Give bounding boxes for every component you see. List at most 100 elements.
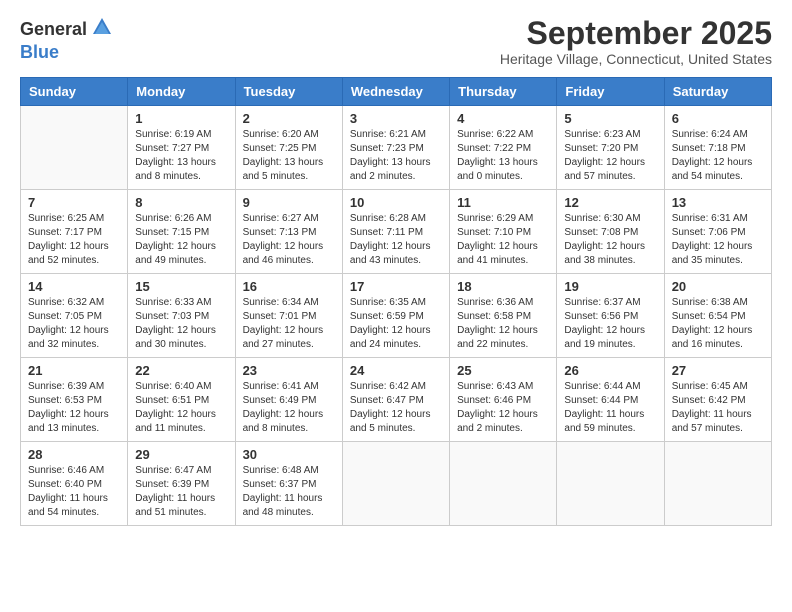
daylight-text: Daylight: 12 hours and 24 minutes.: [350, 325, 431, 350]
sunset-text: Sunset: 6:44 PM: [564, 395, 638, 406]
sunrise-text: Sunrise: 6:19 AM: [135, 129, 211, 140]
calendar-cell: 18 Sunrise: 6:36 AM Sunset: 6:58 PM Dayl…: [450, 274, 557, 358]
calendar-cell: 1 Sunrise: 6:19 AM Sunset: 7:27 PM Dayli…: [128, 106, 235, 190]
sunrise-text: Sunrise: 6:28 AM: [350, 213, 426, 224]
calendar-cell: 28 Sunrise: 6:46 AM Sunset: 6:40 PM Dayl…: [21, 442, 128, 526]
sunrise-text: Sunrise: 6:36 AM: [457, 297, 533, 308]
sunrise-text: Sunrise: 6:22 AM: [457, 129, 533, 140]
calendar-cell: 22 Sunrise: 6:40 AM Sunset: 6:51 PM Dayl…: [128, 358, 235, 442]
sunrise-text: Sunrise: 6:37 AM: [564, 297, 640, 308]
daylight-text: Daylight: 12 hours and 57 minutes.: [564, 157, 645, 182]
daylight-text: Daylight: 12 hours and 5 minutes.: [350, 409, 431, 434]
calendar-cell: 15 Sunrise: 6:33 AM Sunset: 7:03 PM Dayl…: [128, 274, 235, 358]
sunset-text: Sunset: 7:18 PM: [672, 143, 746, 154]
calendar-cell: 30 Sunrise: 6:48 AM Sunset: 6:37 PM Dayl…: [235, 442, 342, 526]
daylight-text: Daylight: 12 hours and 32 minutes.: [28, 325, 109, 350]
day-number: 29: [135, 447, 227, 462]
sunrise-text: Sunrise: 6:34 AM: [243, 297, 319, 308]
day-info: Sunrise: 6:38 AM Sunset: 6:54 PM Dayligh…: [672, 296, 764, 352]
calendar-header-row: SundayMondayTuesdayWednesdayThursdayFrid…: [21, 78, 772, 106]
day-info: Sunrise: 6:30 AM Sunset: 7:08 PM Dayligh…: [564, 212, 656, 268]
day-number: 19: [564, 279, 656, 294]
day-info: Sunrise: 6:48 AM Sunset: 6:37 PM Dayligh…: [243, 464, 335, 520]
daylight-text: Daylight: 11 hours and 54 minutes.: [28, 493, 108, 518]
day-info: Sunrise: 6:44 AM Sunset: 6:44 PM Dayligh…: [564, 380, 656, 436]
daylight-text: Daylight: 13 hours and 8 minutes.: [135, 157, 216, 182]
day-number: 7: [28, 195, 120, 210]
daylight-text: Daylight: 12 hours and 2 minutes.: [457, 409, 538, 434]
daylight-text: Daylight: 11 hours and 59 minutes.: [564, 409, 644, 434]
day-info: Sunrise: 6:43 AM Sunset: 6:46 PM Dayligh…: [457, 380, 549, 436]
daylight-text: Daylight: 12 hours and 27 minutes.: [243, 325, 324, 350]
daylight-text: Daylight: 12 hours and 38 minutes.: [564, 241, 645, 266]
day-number: 20: [672, 279, 764, 294]
daylight-text: Daylight: 12 hours and 54 minutes.: [672, 157, 753, 182]
day-info: Sunrise: 6:32 AM Sunset: 7:05 PM Dayligh…: [28, 296, 120, 352]
sunrise-text: Sunrise: 6:47 AM: [135, 465, 211, 476]
daylight-text: Daylight: 12 hours and 41 minutes.: [457, 241, 538, 266]
calendar-cell: 20 Sunrise: 6:38 AM Sunset: 6:54 PM Dayl…: [664, 274, 771, 358]
sunset-text: Sunset: 6:47 PM: [350, 395, 424, 406]
calendar-cell: 9 Sunrise: 6:27 AM Sunset: 7:13 PM Dayli…: [235, 190, 342, 274]
day-info: Sunrise: 6:42 AM Sunset: 6:47 PM Dayligh…: [350, 380, 442, 436]
sunset-text: Sunset: 7:03 PM: [135, 311, 209, 322]
sunset-text: Sunset: 6:59 PM: [350, 311, 424, 322]
location-title: Heritage Village, Connecticut, United St…: [500, 51, 772, 67]
header: General Blue September 2025 Heritage Vil…: [20, 16, 772, 67]
sunset-text: Sunset: 6:46 PM: [457, 395, 531, 406]
day-info: Sunrise: 6:28 AM Sunset: 7:11 PM Dayligh…: [350, 212, 442, 268]
day-info: Sunrise: 6:29 AM Sunset: 7:10 PM Dayligh…: [457, 212, 549, 268]
calendar-cell: 23 Sunrise: 6:41 AM Sunset: 6:49 PM Dayl…: [235, 358, 342, 442]
daylight-text: Daylight: 11 hours and 48 minutes.: [243, 493, 323, 518]
calendar-cell: 19 Sunrise: 6:37 AM Sunset: 6:56 PM Dayl…: [557, 274, 664, 358]
sunset-text: Sunset: 6:51 PM: [135, 395, 209, 406]
calendar-cell: 25 Sunrise: 6:43 AM Sunset: 6:46 PM Dayl…: [450, 358, 557, 442]
day-info: Sunrise: 6:46 AM Sunset: 6:40 PM Dayligh…: [28, 464, 120, 520]
sunset-text: Sunset: 7:27 PM: [135, 143, 209, 154]
calendar-cell: 6 Sunrise: 6:24 AM Sunset: 7:18 PM Dayli…: [664, 106, 771, 190]
title-area: September 2025 Heritage Village, Connect…: [500, 16, 772, 67]
daylight-text: Daylight: 11 hours and 51 minutes.: [135, 493, 215, 518]
sunset-text: Sunset: 6:54 PM: [672, 311, 746, 322]
calendar-cell: 5 Sunrise: 6:23 AM Sunset: 7:20 PM Dayli…: [557, 106, 664, 190]
day-number: 3: [350, 111, 442, 126]
sunset-text: Sunset: 6:40 PM: [28, 479, 102, 490]
day-info: Sunrise: 6:34 AM Sunset: 7:01 PM Dayligh…: [243, 296, 335, 352]
daylight-text: Daylight: 12 hours and 52 minutes.: [28, 241, 109, 266]
calendar-cell: 8 Sunrise: 6:26 AM Sunset: 7:15 PM Dayli…: [128, 190, 235, 274]
day-number: 16: [243, 279, 335, 294]
day-info: Sunrise: 6:36 AM Sunset: 6:58 PM Dayligh…: [457, 296, 549, 352]
day-of-week-header: Saturday: [664, 78, 771, 106]
daylight-text: Daylight: 12 hours and 22 minutes.: [457, 325, 538, 350]
sunrise-text: Sunrise: 6:30 AM: [564, 213, 640, 224]
sunset-text: Sunset: 6:42 PM: [672, 395, 746, 406]
day-number: 30: [243, 447, 335, 462]
day-info: Sunrise: 6:31 AM Sunset: 7:06 PM Dayligh…: [672, 212, 764, 268]
calendar-week-row: 14 Sunrise: 6:32 AM Sunset: 7:05 PM Dayl…: [21, 274, 772, 358]
logo: General Blue: [20, 16, 113, 63]
calendar-week-row: 1 Sunrise: 6:19 AM Sunset: 7:27 PM Dayli…: [21, 106, 772, 190]
calendar-cell: 29 Sunrise: 6:47 AM Sunset: 6:39 PM Dayl…: [128, 442, 235, 526]
day-number: 6: [672, 111, 764, 126]
day-of-week-header: Thursday: [450, 78, 557, 106]
daylight-text: Daylight: 12 hours and 13 minutes.: [28, 409, 109, 434]
calendar-cell: 4 Sunrise: 6:22 AM Sunset: 7:22 PM Dayli…: [450, 106, 557, 190]
sunrise-text: Sunrise: 6:41 AM: [243, 381, 319, 392]
calendar-cell: 21 Sunrise: 6:39 AM Sunset: 6:53 PM Dayl…: [21, 358, 128, 442]
day-number: 26: [564, 363, 656, 378]
calendar-cell: [450, 442, 557, 526]
day-number: 23: [243, 363, 335, 378]
day-number: 5: [564, 111, 656, 126]
daylight-text: Daylight: 13 hours and 5 minutes.: [243, 157, 324, 182]
calendar-cell: 11 Sunrise: 6:29 AM Sunset: 7:10 PM Dayl…: [450, 190, 557, 274]
day-number: 28: [28, 447, 120, 462]
sunset-text: Sunset: 6:39 PM: [135, 479, 209, 490]
sunset-text: Sunset: 7:15 PM: [135, 227, 209, 238]
daylight-text: Daylight: 12 hours and 43 minutes.: [350, 241, 431, 266]
day-of-week-header: Sunday: [21, 78, 128, 106]
sunset-text: Sunset: 7:01 PM: [243, 311, 317, 322]
calendar-cell: [557, 442, 664, 526]
daylight-text: Daylight: 12 hours and 49 minutes.: [135, 241, 216, 266]
day-number: 25: [457, 363, 549, 378]
month-title: September 2025: [500, 16, 772, 51]
